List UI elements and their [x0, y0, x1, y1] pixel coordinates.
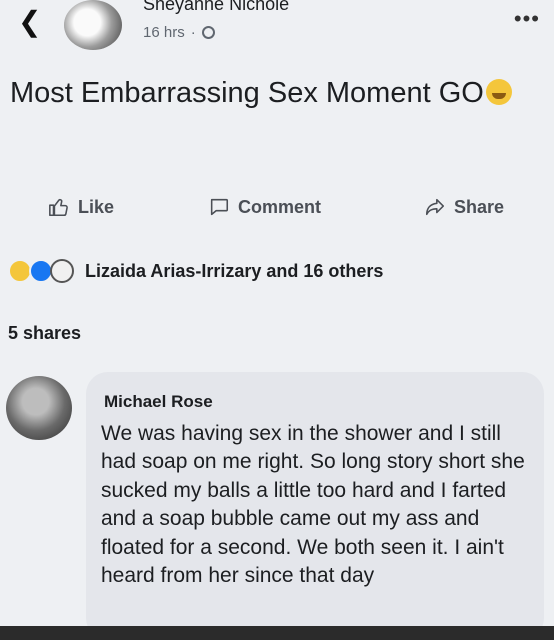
post-time[interactable]: 16 hrs: [143, 24, 185, 41]
commenter-name[interactable]: Michael Rose: [104, 392, 213, 412]
like-button[interactable]: Like: [48, 196, 114, 218]
comment-bubble-icon: [210, 198, 229, 216]
share-button[interactable]: Share: [424, 196, 504, 218]
share-arrow-icon: [425, 198, 445, 216]
more-options-icon[interactable]: •••: [514, 6, 540, 32]
reactions-summary[interactable]: Lizaida Arias-Irrizary and 16 others: [8, 259, 383, 283]
author-avatar[interactable]: [64, 0, 122, 50]
reaction-icon: [50, 259, 74, 283]
author-name[interactable]: Sheyanne Nichole: [143, 0, 289, 15]
globe-icon: [201, 26, 215, 39]
meta-separator: ·: [190, 24, 196, 41]
shares-count[interactable]: 5 shares: [8, 323, 81, 344]
bottom-edge: [0, 626, 554, 640]
post-actions: Like Comment Share: [0, 196, 554, 226]
share-label: Share: [454, 196, 505, 217]
post-body: Most Embarrassing Sex Moment GO: [10, 77, 484, 109]
comment-button[interactable]: Comment: [208, 196, 321, 218]
comment-label: Comment: [238, 196, 322, 217]
back-arrow-icon[interactable]: ❮: [18, 8, 41, 36]
post-meta: 16 hrs ·: [143, 24, 215, 41]
like-label: Like: [78, 196, 115, 217]
comment-text: We was having sex in the shower and I st…: [101, 422, 525, 588]
thumbs-up-icon: [49, 198, 68, 217]
post-header: ❮ Sheyanne Nichole 16 hrs · •••: [0, 0, 554, 60]
reactions-text: Lizaida Arias-Irrizary and 16 others: [85, 260, 384, 281]
commenter-avatar[interactable]: [6, 376, 72, 440]
post-text: Most Embarrassing Sex Moment GO: [10, 74, 540, 112]
laughing-emoji-icon: [485, 79, 512, 105]
